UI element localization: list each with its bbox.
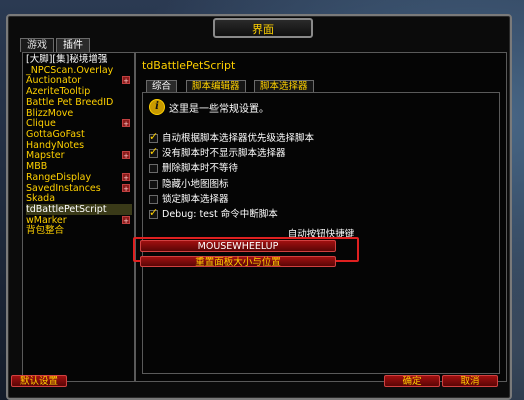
option-no-wait-delete[interactable]: 删除脚本时不等待 — [147, 163, 447, 175]
addon-item[interactable]: AzeriteTooltip — [26, 86, 132, 97]
window-title: 界面 — [213, 18, 313, 38]
option-label: 锁定脚本选择器 — [162, 194, 229, 205]
addon-item-label: 背包整合 — [26, 225, 65, 236]
checkmark-icon: ✓ — [149, 145, 159, 158]
tab-general[interactable]: 综合 — [146, 80, 178, 92]
addon-title: tdBattlePetScript — [142, 59, 236, 72]
option-debug-test-interrupt[interactable]: ✓ Debug: test 命令中断脚本 — [147, 206, 447, 221]
addon-item[interactable]: Mapster + — [26, 150, 132, 161]
hotkey-binding-button[interactable]: MOUSEWHEELUP — [140, 240, 336, 252]
expand-plus-icon[interactable]: + — [122, 151, 130, 160]
tab-game[interactable]: 游戏 — [20, 38, 54, 52]
checkbox[interactable]: ✓ — [149, 145, 159, 158]
addon-item-label: [大脚][集]秘境增强 — [26, 54, 108, 65]
addon-item-label: RangeDisplay — [26, 172, 92, 183]
checkbox[interactable] — [149, 180, 158, 189]
addon-item-label: Battle Pet BreedID — [26, 97, 114, 108]
option-auto-select-script[interactable]: ✓ 自动根据脚本选择器优先级选择脚本 — [147, 130, 447, 145]
addon-item-label: tdBattlePetScript — [26, 204, 107, 215]
cancel-button[interactable]: 取消 — [442, 375, 498, 387]
addon-list: [大脚][集]秘境增强 _NPCScan.Overlay Auctionator… — [22, 52, 135, 382]
addon-options-panel: tdBattlePetScript 综合 脚本编辑器 脚本选择器 i 这里是一些… — [135, 52, 507, 382]
addon-item-label: Skada — [26, 193, 56, 204]
option-label: Debug: test 命令中断脚本 — [162, 209, 278, 220]
addon-item-label: Auctionator — [26, 75, 82, 86]
option-hide-minimap-icon[interactable]: 隐藏小地图图标 — [147, 179, 447, 191]
addon-item-label: AzeriteTooltip — [26, 86, 91, 97]
addon-item-selected[interactable]: tdBattlePetScript — [26, 204, 132, 215]
checkmark-icon: ✓ — [149, 206, 159, 219]
addon-item[interactable]: Battle Pet BreedID — [26, 97, 132, 108]
option-label: 没有脚本时不显示脚本选择器 — [162, 148, 286, 159]
info-icon: i — [149, 99, 165, 115]
addon-item[interactable]: 背包整合 — [26, 225, 132, 236]
option-lock-selector[interactable]: 锁定脚本选择器 — [147, 194, 447, 206]
expand-plus-icon[interactable]: + — [122, 184, 130, 193]
tab-addons[interactable]: 插件 — [56, 38, 90, 52]
checkbox[interactable] — [149, 164, 158, 173]
addon-item[interactable]: [大脚][集]秘境增强 — [26, 54, 132, 65]
expand-plus-icon[interactable]: + — [122, 173, 130, 182]
addon-item[interactable]: Skada — [26, 193, 132, 204]
defaults-button[interactable]: 默认设置 — [11, 375, 67, 387]
expand-plus-icon[interactable]: + — [122, 216, 130, 225]
checkbox[interactable]: ✓ — [149, 206, 159, 219]
addon-item[interactable]: Auctionator + — [26, 75, 132, 86]
option-hide-selector-without-script[interactable]: ✓ 没有脚本时不显示脚本选择器 — [147, 145, 447, 160]
tab-script-editor[interactable]: 脚本编辑器 — [186, 80, 246, 92]
interface-options-window: 界面 游戏 插件 [大脚][集]秘境增强 _NPCScan.Overlay Au… — [6, 14, 512, 400]
options-content: i 这里是一些常规设置。 ✓ 自动根据脚本选择器优先级选择脚本 ✓ 没有脚本时不… — [142, 92, 500, 374]
checkbox[interactable]: ✓ — [149, 130, 159, 143]
option-label: 隐藏小地图图标 — [162, 179, 229, 190]
expand-plus-icon[interactable]: + — [122, 76, 130, 85]
option-label: 删除脚本时不等待 — [162, 163, 239, 174]
expand-plus-icon[interactable]: + — [122, 119, 130, 128]
option-label: 自动根据脚本选择器优先级选择脚本 — [162, 133, 315, 144]
addon-item[interactable]: MBB — [26, 161, 132, 172]
ok-button[interactable]: 确定 — [384, 375, 440, 387]
checkbox[interactable] — [149, 195, 158, 204]
checkmark-icon: ✓ — [149, 130, 159, 143]
addon-item[interactable]: RangeDisplay + — [26, 172, 132, 183]
addon-item-label: GottaGoFast — [26, 129, 85, 140]
reset-panel-button[interactable]: 重置面板大小与位置 — [140, 256, 336, 268]
tab-script-selector[interactable]: 脚本选择器 — [254, 80, 314, 92]
addon-item[interactable]: GottaGoFast — [26, 129, 132, 140]
info-text: 这里是一些常规设置。 — [169, 104, 269, 115]
addon-item-label: Clique — [26, 118, 56, 129]
addon-item[interactable]: Clique + — [26, 118, 132, 129]
addon-item-label: Mapster — [26, 150, 65, 161]
addon-item-label: MBB — [26, 161, 48, 172]
